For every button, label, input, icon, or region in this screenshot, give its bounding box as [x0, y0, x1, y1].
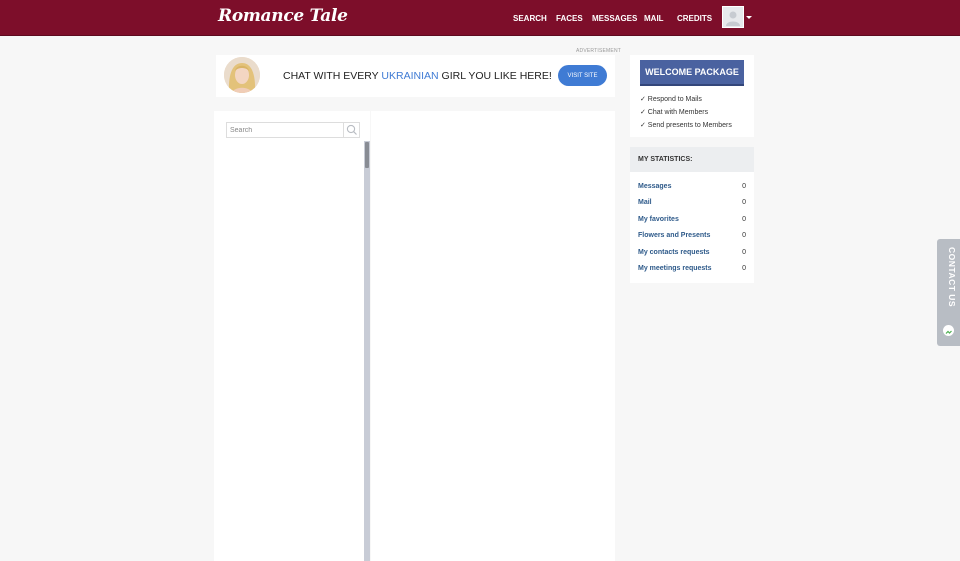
search-box [226, 122, 360, 138]
contact-us-label: CONTACT US [947, 247, 957, 308]
benefit-item: ✓ Chat with Members [640, 109, 709, 116]
ad-text-highlight: UKRAINIAN [381, 70, 439, 82]
top-navigation-bar: Romance Tale SEARCH FACES MESSAGES MAIL … [0, 0, 960, 36]
ad-banner[interactable]: CHAT WITH EVERY UKRAINIAN GIRL YOU LIKE … [216, 55, 615, 97]
stat-value: 0 [742, 216, 746, 223]
list-scrollbar-track[interactable] [364, 141, 370, 561]
benefit-item: ✓ Respond to Mails [640, 96, 702, 103]
benefit-item: ✓ Send presents to Members [640, 122, 732, 129]
ad-text-after: GIRL YOU LIKE HERE! [438, 70, 552, 82]
ad-headline: CHAT WITH EVERY UKRAINIAN GIRL YOU LIKE … [283, 70, 552, 82]
advertisement-label: ADVERTISEMENT [576, 48, 622, 54]
stat-link-messages[interactable]: Messages [638, 183, 671, 190]
nav-mail[interactable]: MAIL [644, 14, 664, 23]
search-input[interactable] [227, 123, 344, 137]
stat-link-contacts-requests[interactable]: My contacts requests [638, 249, 710, 256]
stat-value: 0 [742, 183, 746, 190]
nav-faces[interactable]: FACES [556, 14, 583, 23]
search-button[interactable] [343, 123, 359, 137]
contact-us-tab[interactable]: CONTACT US [937, 239, 960, 346]
ad-text-before: CHAT WITH EVERY [283, 70, 382, 82]
statistics-header: MY STATISTICS: [630, 147, 754, 172]
chat-bubble-icon [943, 325, 954, 336]
nav-messages[interactable]: MESSAGES [592, 14, 637, 23]
stat-row-favorites: My favorites 0 [638, 216, 746, 226]
chat-conversation-area [371, 111, 615, 561]
stat-row-flowers-presents: Flowers and Presents 0 [638, 232, 746, 242]
stat-value: 0 [742, 249, 746, 256]
search-icon [346, 124, 357, 135]
stat-row-contacts-requests: My contacts requests 0 [638, 249, 746, 259]
stat-value: 0 [742, 232, 746, 239]
welcome-package-button[interactable]: WELCOME PACKAGE [640, 60, 744, 86]
user-menu-chevron-down-icon[interactable] [746, 16, 752, 19]
stat-value: 0 [742, 199, 746, 206]
my-statistics-card: MY STATISTICS: Messages 0 Mail 0 My favo… [630, 147, 754, 283]
stat-link-flowers-presents[interactable]: Flowers and Presents [638, 232, 710, 239]
stat-row-mail: Mail 0 [638, 199, 746, 209]
stat-row-messages: Messages 0 [638, 183, 746, 193]
user-silhouette-icon [726, 11, 740, 26]
welcome-package-card: WELCOME PACKAGE ✓ Respond to Mails ✓ Cha… [630, 55, 754, 137]
stat-link-favorites[interactable]: My favorites [638, 216, 679, 223]
site-logo[interactable]: Romance Tale [218, 6, 348, 26]
nav-search[interactable]: SEARCH [513, 14, 547, 23]
visit-site-button[interactable]: VISIT SITE [558, 65, 607, 86]
chat-contact-list [214, 111, 370, 561]
user-avatar[interactable] [722, 6, 744, 28]
stat-link-meetings-requests[interactable]: My meetings requests [638, 265, 712, 272]
ad-profile-photo [224, 57, 260, 93]
list-scrollbar-thumb[interactable] [365, 142, 369, 168]
stat-value: 0 [742, 265, 746, 272]
stat-link-mail[interactable]: Mail [638, 199, 652, 206]
nav-credits[interactable]: CREDITS [677, 14, 712, 23]
stat-row-meetings-requests: My meetings requests 0 [638, 265, 746, 275]
